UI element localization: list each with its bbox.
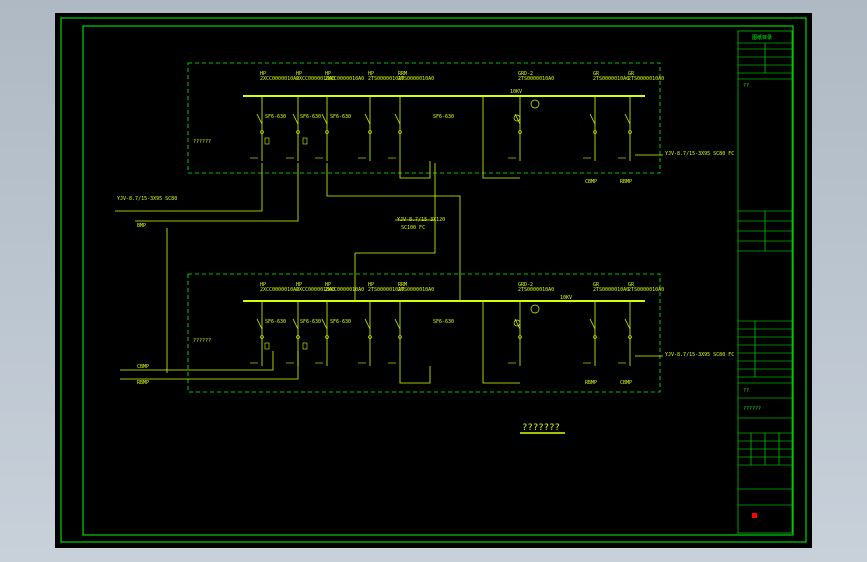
title-block-marker bbox=[752, 513, 757, 518]
title-block-header: 图纸目录 bbox=[752, 34, 772, 41]
lower-breaker-label: SF6-630 bbox=[300, 319, 321, 325]
incoming-lower-b: RBMP bbox=[137, 380, 149, 386]
upper-cable-out: YJV-8.7/15-3X95 SC80 FC bbox=[665, 151, 734, 157]
single-line-diagram: HP2XCC0000010A0HP2XCC0000010A0HP2XCC0000… bbox=[60, 17, 807, 543]
lower-return-loop bbox=[399, 366, 431, 384]
lower-bus-voltage: 10KV bbox=[560, 295, 572, 301]
incoming-upper-sub: BMP bbox=[137, 223, 146, 229]
lower-return-loop-2 bbox=[482, 301, 520, 384]
upper-switch-blade bbox=[292, 113, 299, 125]
lower-cable-out: YJV-8.7/15-3X95 SC80 FC bbox=[665, 352, 734, 358]
upper-switch-blade bbox=[256, 113, 263, 125]
upper-region-label: ?????? bbox=[193, 139, 211, 145]
title-block-footer: ?????? bbox=[743, 406, 761, 412]
title-block-section-a: ?? bbox=[743, 83, 749, 89]
upper-bottom-label-2: RBMP bbox=[620, 179, 632, 185]
lower-breaker-label: SF6-630 bbox=[265, 319, 286, 325]
upper-breaker-label: SF6-630 bbox=[330, 114, 351, 120]
lower-switch-blade bbox=[256, 318, 263, 330]
incoming-upper-cable: YJV-8.7/15-3X95 SC80 bbox=[117, 196, 177, 202]
upper-feeder-sub-label: 2TS0000010A0 bbox=[398, 76, 434, 82]
upper-feeder-sub-label: 2XCC0000010A0 bbox=[260, 76, 299, 82]
lower-meter bbox=[530, 304, 540, 314]
lower-feeder-6: GRD-22TS0000010A0 bbox=[508, 282, 554, 366]
upper-feeder-sub-label: 2TS0000010A0 bbox=[628, 76, 664, 82]
lower-feeder-5: RRM2TS0000010A0 bbox=[388, 282, 434, 366]
upper-switch-blade bbox=[321, 113, 328, 125]
upper-switch-blade bbox=[394, 113, 401, 125]
inner-frame bbox=[82, 25, 794, 536]
lower-bottom-label-2: CBMP bbox=[620, 380, 632, 386]
lower-feeder-sub-label: 2XCC0000010A0 bbox=[260, 287, 299, 293]
lower-switch-blade bbox=[321, 318, 328, 330]
upper-feeder-sub-label: 2XCC0000010A0 bbox=[325, 76, 364, 82]
lower-switch-blade bbox=[292, 318, 299, 330]
upper-fuse bbox=[264, 137, 270, 145]
lower-feeder-sub-label: 2TS0000010A0 bbox=[628, 287, 664, 293]
lower-feeders: HP2XCC0000010A0HP2XCC0000010A0HP2XCC0000… bbox=[250, 282, 664, 384]
upper-feeder-5: RRM2TS0000010A0 bbox=[388, 71, 434, 161]
tie-cable-label: YJV-8.7/15-3X120 bbox=[397, 217, 445, 223]
cad-viewport[interactable]: HP 2XCC0000010A0 HP 2XCC0000010A0 HP 2XCC0000… bbox=[0, 0, 867, 562]
upper-switch-blade bbox=[364, 113, 371, 125]
upper-feeders: HP2XCC0000010A0HP2XCC0000010A0HP2XCC0000… bbox=[250, 71, 664, 179]
drawing-sheet: HP 2XCC0000010A0 HP 2XCC0000010A0 HP 2XCC0000… bbox=[55, 13, 812, 548]
lower-region-label: ?????? bbox=[193, 338, 211, 344]
lower-switch-blade bbox=[394, 318, 401, 330]
title-block bbox=[737, 30, 793, 534]
lower-breaker-label: SF6-630 bbox=[330, 319, 351, 325]
upper-meter bbox=[530, 99, 540, 109]
upper-return-loop-2 bbox=[482, 96, 520, 179]
lower-switch-blade bbox=[589, 318, 596, 330]
lower-switch-blade bbox=[624, 318, 631, 330]
upper-feeder-sub-label: 2TS0000010A0 bbox=[518, 76, 554, 82]
lower-feeder-sub-label: 2TS0000010A0 bbox=[398, 287, 434, 293]
incoming-lower-a: CBMP bbox=[137, 364, 149, 370]
upper-feeder-sub-label: 2TS0000010A0 bbox=[593, 76, 629, 82]
upper-feeder-8: GR2TS0000010A0 bbox=[618, 71, 664, 161]
lower-feeder-sub-label: 2TS0000010A0 bbox=[593, 287, 629, 293]
title-block-section-b: ?? bbox=[743, 388, 749, 394]
upper-feeder-7: GR2TS0000010A0 bbox=[583, 71, 629, 161]
upper-breaker-label: SF6-630 bbox=[433, 114, 454, 120]
upper-switch-blade bbox=[589, 113, 596, 125]
lower-fuse bbox=[264, 342, 270, 350]
lower-bottom-label-1: RBMP bbox=[585, 380, 597, 386]
lower-fuse bbox=[302, 342, 308, 350]
tie-cable-sub: SC100 FC bbox=[401, 225, 425, 231]
lower-switch-blade bbox=[364, 318, 371, 330]
upper-bus-voltage: 10KV bbox=[510, 89, 522, 95]
lower-feeder-sub-label: 2TS0000010A0 bbox=[518, 287, 554, 293]
upper-breaker-label: SF6-630 bbox=[300, 114, 321, 120]
upper-breaker-label: SF6-630 bbox=[265, 114, 286, 120]
upper-fuse bbox=[302, 137, 308, 145]
lower-breaker-label: SF6-630 bbox=[433, 319, 454, 325]
drawing-title: ??????? bbox=[522, 423, 560, 433]
lower-feeder-8: GR2TS0000010A0 bbox=[618, 282, 664, 366]
lower-feeder-sub-label: 2XCC0000010A0 bbox=[325, 287, 364, 293]
upper-bottom-label-1: CBMP bbox=[585, 179, 597, 185]
upper-return-loop bbox=[399, 161, 431, 179]
lower-feeder-7: GR2TS0000010A0 bbox=[583, 282, 629, 366]
upper-feeder-4: HP2TS0000010A0 bbox=[358, 71, 404, 161]
upper-switch-blade bbox=[624, 113, 631, 125]
